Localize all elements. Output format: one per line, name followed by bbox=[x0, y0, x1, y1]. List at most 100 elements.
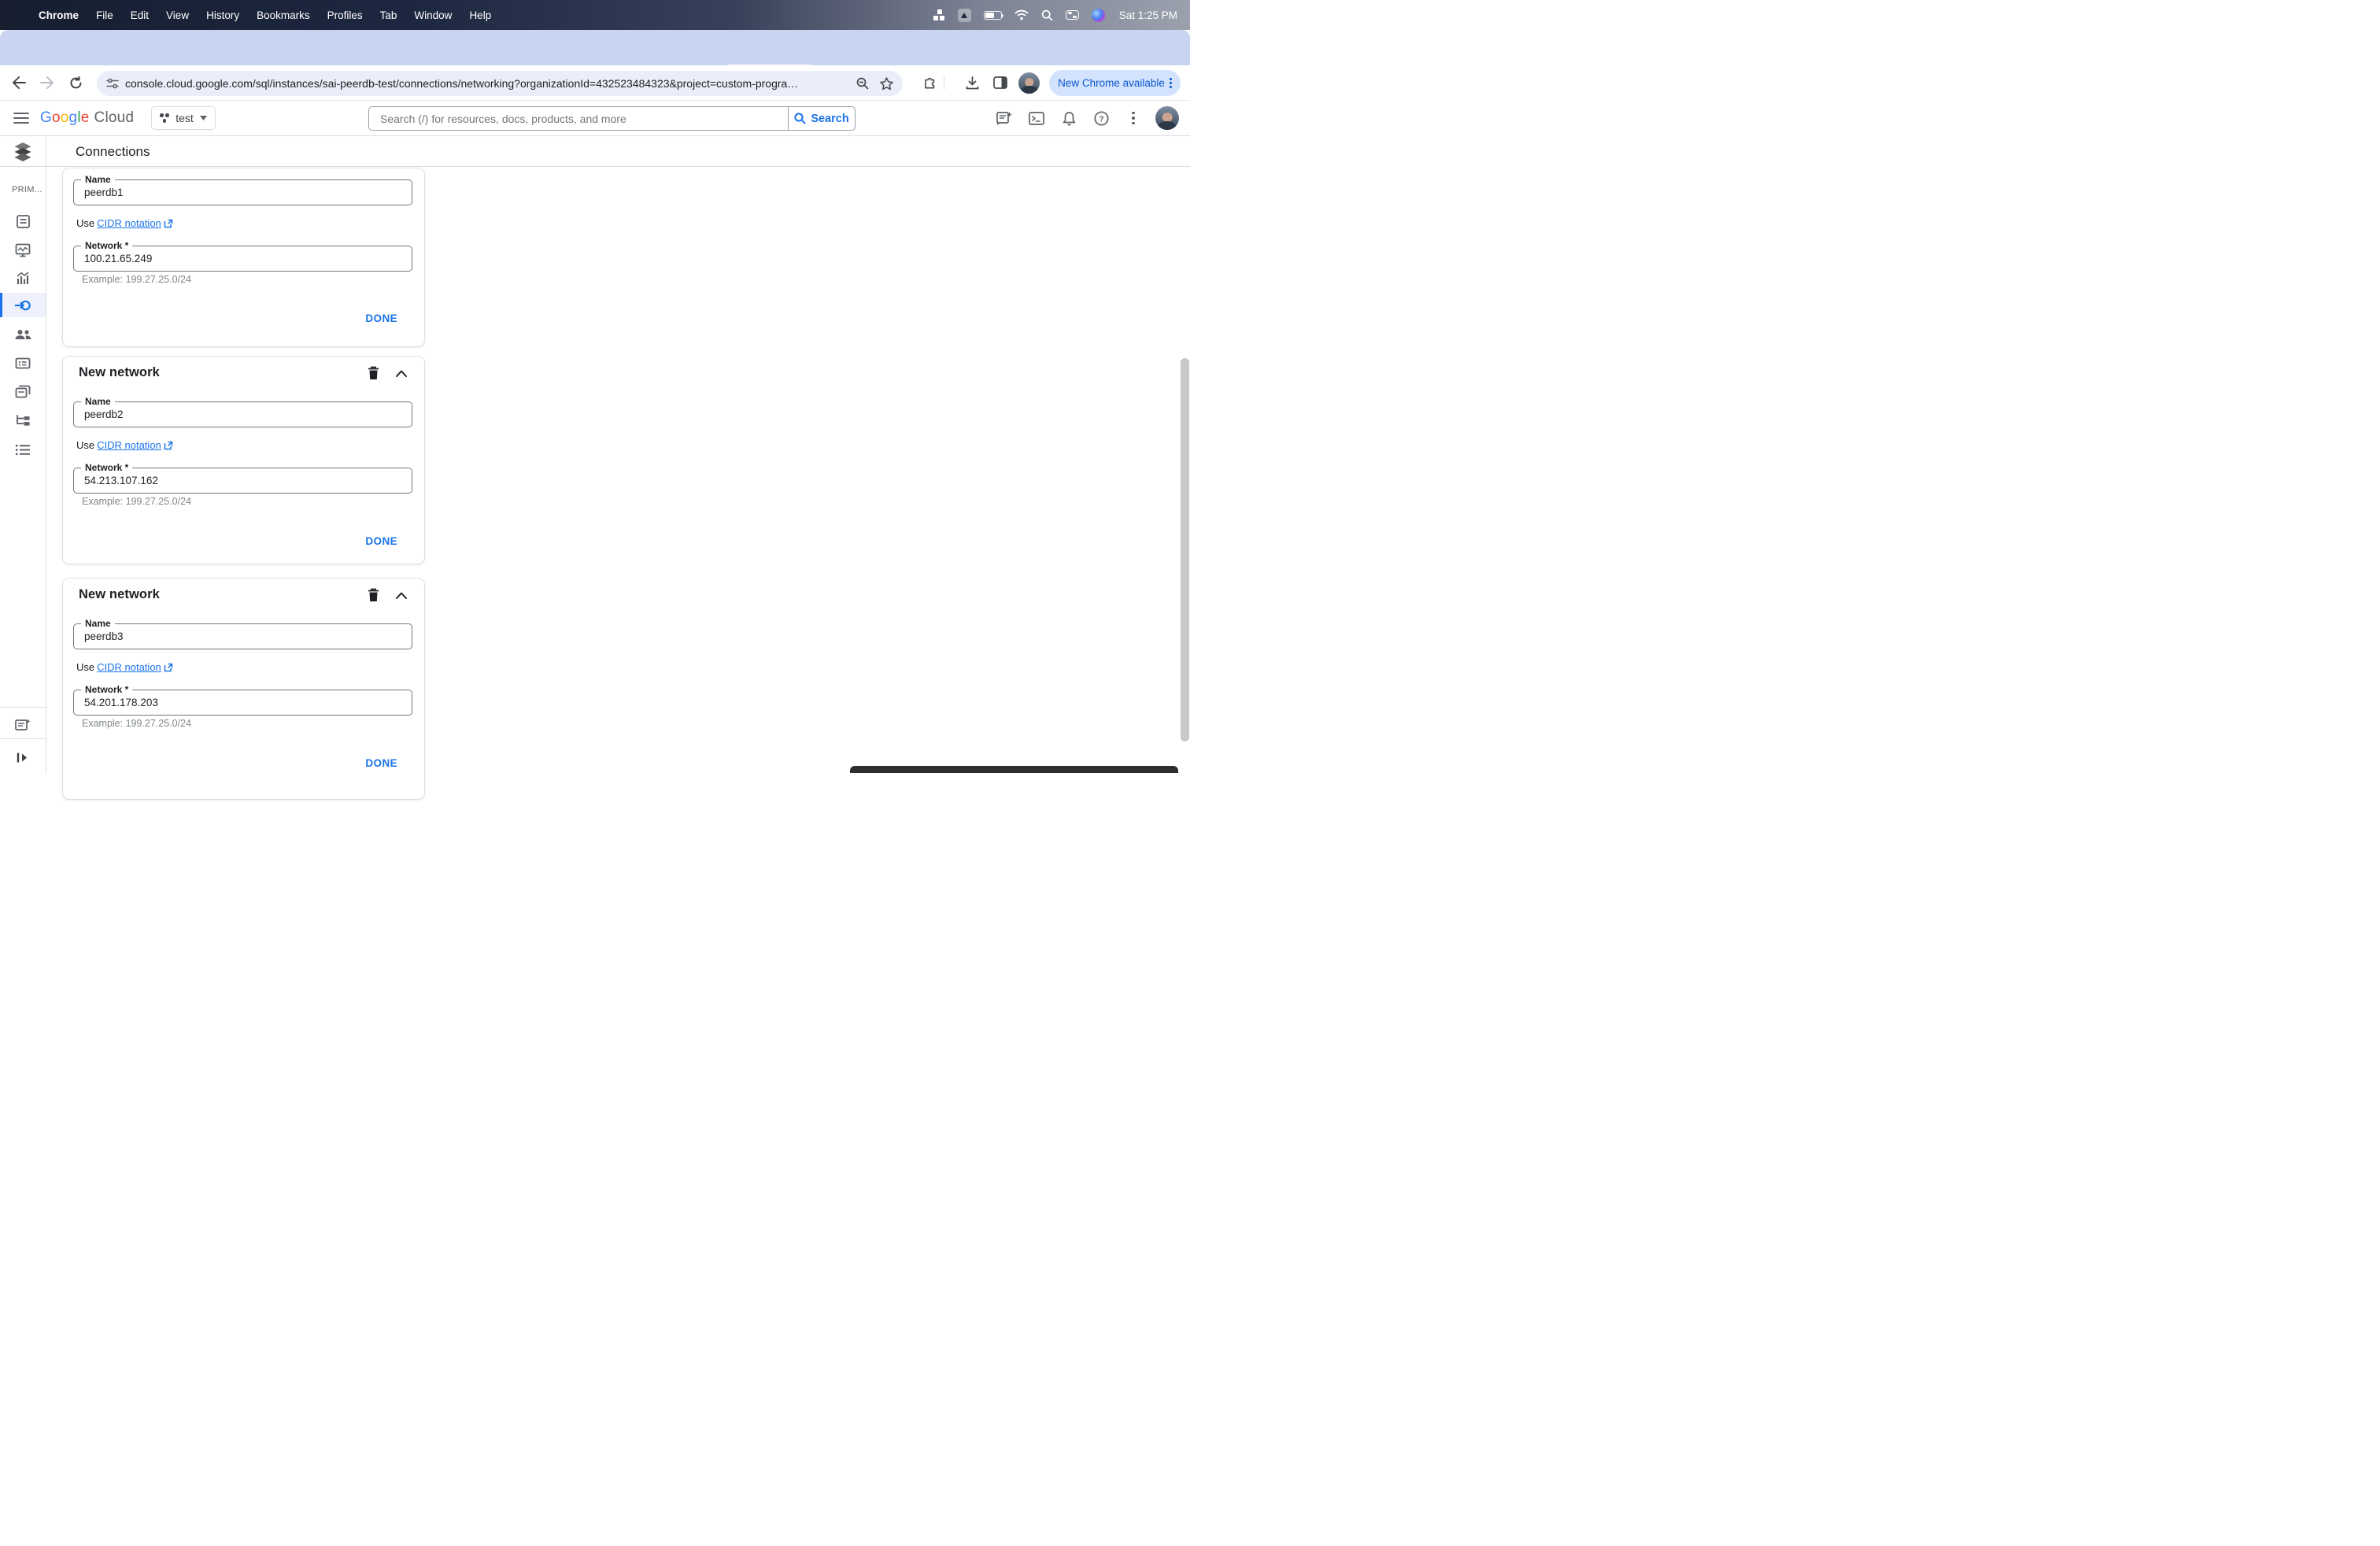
name-field-label: Name bbox=[81, 396, 115, 407]
cidr-notation-link[interactable]: CIDR notation bbox=[97, 439, 161, 451]
menu-tab[interactable]: Tab bbox=[371, 9, 406, 21]
cidr-row: Use CIDR notation bbox=[76, 660, 173, 674]
sidebar-item-replicas[interactable] bbox=[0, 408, 46, 432]
gcp-search-bar: Search bbox=[368, 106, 856, 131]
query-insights-icon bbox=[16, 271, 31, 286]
gcp-search-input[interactable] bbox=[368, 106, 788, 131]
collapse-chevron-icon[interactable] bbox=[396, 370, 407, 377]
reload-button[interactable] bbox=[65, 72, 87, 94]
gcp-header: Google Cloud test Search ? bbox=[0, 101, 1190, 136]
menu-view[interactable]: View bbox=[157, 9, 198, 21]
siri-icon[interactable] bbox=[1091, 8, 1105, 22]
delete-network-trash-icon[interactable] bbox=[368, 366, 379, 380]
menu-history[interactable]: History bbox=[198, 9, 248, 21]
network-input[interactable]: Network * 100.21.65.249 bbox=[73, 240, 412, 272]
sidebar-nav: PRIM... bbox=[0, 167, 46, 773]
control-center-icon[interactable] bbox=[1065, 10, 1079, 20]
sidebar-item-users[interactable] bbox=[0, 323, 46, 347]
product-bar bbox=[0, 136, 1190, 167]
external-link-icon bbox=[164, 663, 173, 671]
spotlight-icon[interactable] bbox=[1041, 9, 1053, 21]
name-input[interactable]: Name peerdb1 bbox=[73, 174, 412, 205]
gcp-more-kebab-icon[interactable] bbox=[1123, 111, 1144, 125]
page-scrollbar-thumb[interactable] bbox=[1181, 358, 1189, 742]
page-title: Connections bbox=[76, 144, 150, 159]
omnibox-url-bar[interactable]: console.cloud.google.com/sql/instances/s… bbox=[97, 71, 903, 96]
cidr-notation-link[interactable]: CIDR notation bbox=[97, 661, 161, 673]
done-button[interactable]: DONE bbox=[365, 313, 397, 324]
card-title: New network bbox=[79, 365, 160, 379]
sidebar-item-backups[interactable] bbox=[0, 379, 46, 404]
users-icon bbox=[15, 329, 31, 341]
delete-network-trash-icon[interactable] bbox=[368, 588, 379, 602]
menubar-clock[interactable]: Sat 1:25 PM bbox=[1119, 9, 1177, 21]
extensions-puzzle-icon[interactable] bbox=[919, 72, 941, 94]
sidebar-divider bbox=[0, 738, 46, 739]
network-field-label: Network * bbox=[81, 240, 133, 251]
external-link-icon bbox=[164, 219, 173, 227]
external-link-icon bbox=[164, 441, 173, 449]
menu-edit[interactable]: Edit bbox=[122, 9, 157, 21]
chrome-update-chip[interactable]: New Chrome available bbox=[1049, 70, 1181, 96]
stats-widget-icon[interactable] bbox=[933, 9, 945, 21]
sidebar-collapse-button[interactable] bbox=[0, 745, 46, 770]
bookmark-star-icon[interactable] bbox=[880, 76, 893, 91]
network-helper-text: Example: 199.27.25.0/24 bbox=[82, 718, 191, 729]
done-button[interactable]: DONE bbox=[365, 535, 397, 547]
release-notes-icon[interactable] bbox=[994, 111, 1014, 126]
browser-menu-kebab-icon[interactable] bbox=[1169, 77, 1172, 89]
network-helper-text: Example: 199.27.25.0/24 bbox=[82, 496, 191, 507]
sidebar-item-operations[interactable] bbox=[0, 438, 46, 462]
overview-icon bbox=[16, 214, 31, 229]
sidebar-item-overview[interactable] bbox=[0, 209, 46, 234]
menu-profiles[interactable]: Profiles bbox=[319, 9, 371, 21]
zoom-out-icon[interactable] bbox=[856, 77, 869, 90]
cidr-row: Use CIDR notation bbox=[76, 438, 173, 452]
downloads-button[interactable] bbox=[961, 72, 983, 94]
menu-chrome[interactable]: Chrome bbox=[30, 9, 87, 21]
sidebar-item-databases[interactable] bbox=[0, 351, 46, 375]
forward-button[interactable] bbox=[36, 72, 58, 94]
network-card-peerdb3: New network Name peerdb3 Use CIDR notati… bbox=[63, 579, 424, 799]
network-card-peerdb2: New network Name peerdb2 Use CIDR notati… bbox=[63, 357, 424, 564]
menubar-app-icon[interactable] bbox=[957, 8, 971, 22]
browser-profile-avatar[interactable] bbox=[1018, 72, 1040, 94]
site-settings-tune-icon[interactable] bbox=[106, 78, 119, 89]
cidr-notation-link[interactable]: CIDR notation bbox=[97, 217, 161, 229]
system-insights-icon bbox=[15, 243, 31, 257]
cloud-sql-product-icon bbox=[13, 142, 32, 161]
menu-bookmarks[interactable]: Bookmarks bbox=[248, 9, 319, 21]
connections-icon bbox=[14, 298, 31, 313]
side-panel-button[interactable] bbox=[989, 72, 1011, 94]
macos-menubar: Chrome File Edit View History Bookmarks … bbox=[0, 0, 1190, 30]
sidebar-item-release-notes[interactable] bbox=[0, 713, 46, 738]
network-field-label: Network * bbox=[81, 684, 133, 695]
sidebar-item-query-insights[interactable] bbox=[0, 266, 46, 290]
network-helper-text: Example: 199.27.25.0/24 bbox=[82, 274, 191, 285]
back-button[interactable] bbox=[8, 72, 30, 94]
network-input[interactable]: Network * 54.201.178.203 bbox=[73, 684, 412, 716]
notifications-bell-icon[interactable] bbox=[1059, 111, 1079, 126]
network-card-peerdb1: Name peerdb1 Use CIDR notation Network *… bbox=[63, 168, 424, 346]
sidebar-item-connections[interactable] bbox=[0, 293, 46, 317]
battery-icon[interactable] bbox=[983, 10, 1003, 20]
network-input[interactable]: Network * 54.213.107.162 bbox=[73, 462, 412, 494]
project-picker-button[interactable]: test bbox=[151, 106, 216, 130]
google-cloud-logo[interactable]: Google Cloud bbox=[40, 109, 134, 127]
gcp-account-avatar[interactable] bbox=[1155, 106, 1179, 130]
done-button[interactable]: DONE bbox=[365, 757, 397, 769]
collapse-chevron-icon[interactable] bbox=[396, 592, 407, 599]
url-text[interactable]: console.cloud.google.com/sql/instances/s… bbox=[125, 77, 856, 90]
name-input[interactable]: Name peerdb2 bbox=[73, 396, 412, 427]
macos-dock-edge[interactable] bbox=[850, 766, 1178, 773]
menu-file[interactable]: File bbox=[87, 9, 122, 21]
sidebar-item-system-insights[interactable] bbox=[0, 238, 46, 262]
menu-help[interactable]: Help bbox=[460, 9, 500, 21]
gcp-search-button[interactable]: Search bbox=[788, 106, 856, 131]
help-icon[interactable]: ? bbox=[1091, 110, 1111, 126]
cloud-shell-icon[interactable] bbox=[1026, 111, 1047, 125]
wifi-icon[interactable] bbox=[1014, 9, 1029, 20]
name-input[interactable]: Name peerdb3 bbox=[73, 618, 412, 649]
menu-window[interactable]: Window bbox=[405, 9, 460, 21]
gcp-nav-menu-button[interactable] bbox=[13, 113, 29, 124]
